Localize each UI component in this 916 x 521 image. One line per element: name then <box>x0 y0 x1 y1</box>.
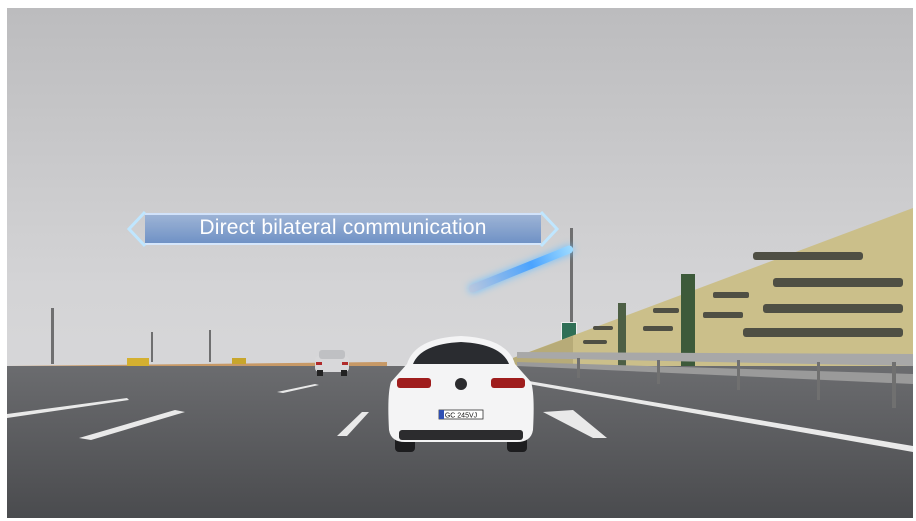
distant-car <box>315 350 349 376</box>
banner-text: Direct bilateral communication <box>199 216 487 239</box>
license-plate-text: GC 245VJ <box>445 413 477 420</box>
communication-banner: Direct bilateral communication <box>125 210 561 248</box>
video-frame: GC 245VJ Direct bilateral communication <box>7 8 913 518</box>
lead-car: GC 245VJ <box>388 336 534 452</box>
